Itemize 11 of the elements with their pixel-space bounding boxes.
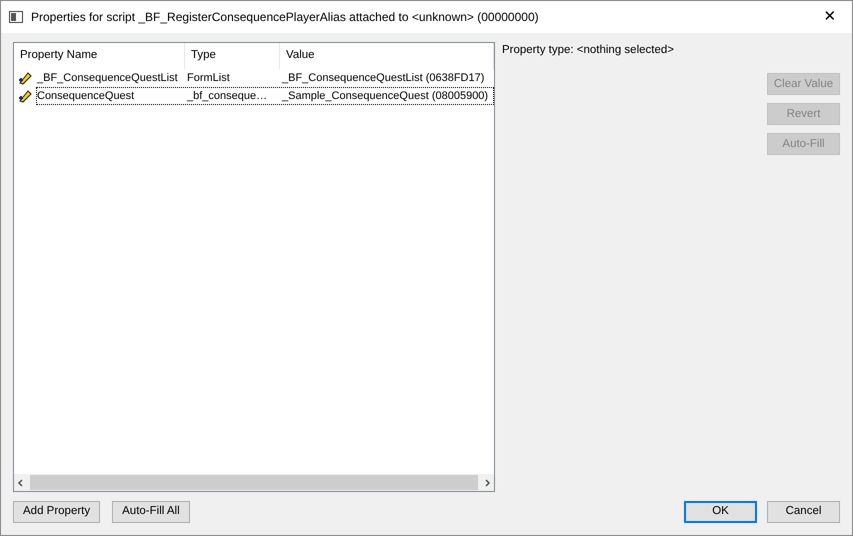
window-title: Properties for script _BF_RegisterConsequencePlayerAlias attached to <unknown> (00000000) <box>31 9 540 26</box>
dialog-button[interactable]: Add Property <box>13 501 100 523</box>
property-row[interactable]: ConsequenceQuest _bf_conseque… _Sample_ConsequenceQuest (08005900) <box>36 87 494 105</box>
property-row[interactable]: _BF_ConsequenceQuestList FormList _BF_ConsequenceQuestList (0638FD17) <box>36 69 494 87</box>
property-type-label: Property type: <nothing selected> <box>502 43 675 58</box>
dialog-button[interactable]: Auto-Fill All <box>112 501 190 523</box>
dialog-button[interactable]: OK <box>684 501 757 523</box>
column-header[interactable]: Value <box>280 43 494 69</box>
column-header[interactable]: Type <box>185 43 280 69</box>
dialog-button[interactable]: Cancel <box>767 501 840 523</box>
column-header[interactable]: Property Name <box>14 43 185 69</box>
